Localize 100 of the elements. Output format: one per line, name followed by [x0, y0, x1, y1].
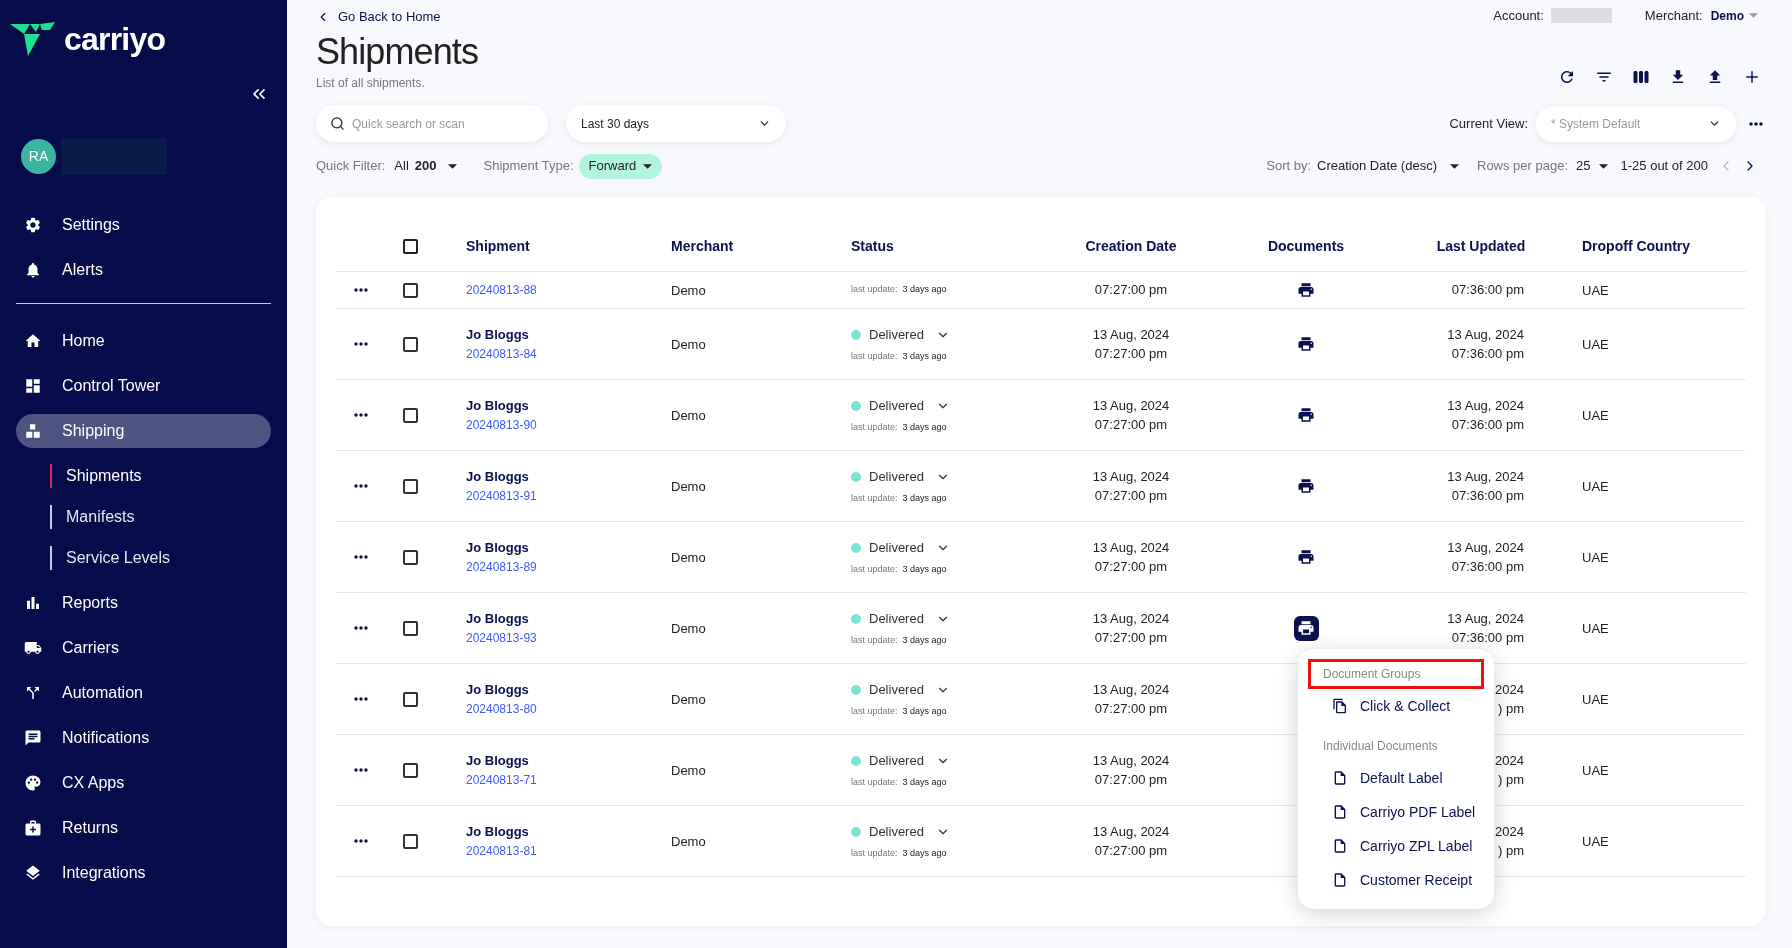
row-checkbox[interactable] — [403, 407, 418, 423]
status-dropdown[interactable]: Delivered — [851, 822, 1051, 842]
last-update-label: last update: — [851, 283, 898, 297]
status-dropdown[interactable]: Delivered — [851, 609, 1051, 629]
sidebar-subitem[interactable]: Shipments — [52, 464, 142, 488]
country-cell: UAE — [1582, 692, 1609, 707]
column-header[interactable]: Dropoff Country — [1582, 237, 1691, 254]
shipment-link[interactable]: 20240813-88 — [466, 281, 671, 299]
column-header[interactable]: Merchant — [671, 237, 734, 254]
menu-item[interactable]: Click & Collect — [1308, 689, 1484, 723]
file-icon — [1332, 804, 1348, 820]
updated-date: 13 Aug, 2024 — [1447, 538, 1524, 557]
shipment-link[interactable]: 20240813-71 — [466, 770, 671, 789]
shipment-link[interactable]: 20240813-90 — [466, 415, 671, 434]
page-title: Shipments — [316, 29, 478, 74]
creation-time: 07:27:00 pm — [1094, 416, 1168, 434]
shipment-type-label: Shipment Type: — [483, 157, 574, 176]
last-update-value: 3 days ago — [902, 349, 947, 363]
sort-dropdown[interactable]: Creation Date (desc) — [1317, 156, 1464, 176]
sidebar-item[interactable]: Alerts — [16, 253, 271, 287]
country-cell: UAE — [1582, 408, 1609, 423]
print-button[interactable] — [1293, 615, 1319, 641]
row-checkbox[interactable] — [403, 282, 418, 298]
column-header[interactable]: Creation Date — [1085, 235, 1177, 257]
row-checkbox[interactable] — [403, 336, 418, 352]
column-header[interactable]: Shipment — [466, 237, 530, 254]
updated-date: 13 Aug, 2024 — [1447, 467, 1524, 486]
last-update-label: last update: — [851, 846, 898, 860]
status-dropdown[interactable]: Delivered — [851, 680, 1051, 700]
row-checkbox[interactable] — [403, 549, 418, 565]
sidebar-item[interactable]: Automation — [16, 676, 271, 710]
customer-name: Jo Bloggs — [466, 539, 530, 558]
shipment-link[interactable]: 20240813-84 — [466, 344, 671, 363]
logo-icon — [10, 20, 56, 58]
shipment-link[interactable]: 20240813-81 — [466, 841, 671, 860]
menu-item[interactable]: Carriyo PDF Label — [1308, 795, 1484, 829]
file-icon — [1332, 838, 1348, 854]
creation-date: 13 Aug, 2024 — [1092, 325, 1170, 344]
printer-icon — [1297, 281, 1315, 299]
printer-icon — [1297, 406, 1315, 424]
sidebar-item[interactable]: CX Apps — [16, 766, 271, 800]
status-dropdown[interactable]: Delivered — [851, 467, 1051, 487]
sidebar-item[interactable]: Integrations — [16, 856, 271, 890]
shipment-link[interactable]: 20240813-93 — [466, 628, 671, 647]
menu-item[interactable]: Customer Receipt — [1308, 863, 1484, 897]
column-header[interactable]: Status — [851, 237, 894, 254]
sidebar-subitem[interactable]: Manifests — [52, 505, 135, 529]
creation-time: 07:27:00 pm — [1094, 281, 1168, 300]
creation-time: 07:27:00 pm — [1094, 700, 1168, 718]
row-checkbox[interactable] — [403, 691, 418, 707]
column-header[interactable]: Last Updated — [1436, 235, 1526, 257]
shipment-type-chip[interactable]: Forward — [578, 153, 663, 179]
last-update-label: last update: — [851, 562, 898, 576]
caret-icon — [1598, 163, 1608, 169]
sidebar-subitem[interactable]: Service Levels — [52, 546, 171, 570]
sidebar-item[interactable]: Shipping — [16, 414, 271, 448]
menu-item[interactable]: Carriyo ZPL Label — [1308, 829, 1484, 863]
menu-item[interactable]: Default Label — [1308, 761, 1484, 795]
back-link[interactable]: Go Back to Home — [316, 7, 478, 27]
select-all-checkbox[interactable] — [403, 238, 418, 254]
updated-date: 13 Aug, 2024 — [1447, 396, 1524, 415]
column-header[interactable]: Documents — [1267, 235, 1345, 257]
last-update-label: last update: — [851, 704, 898, 718]
row-checkbox[interactable] — [403, 833, 418, 849]
sidebar-item[interactable]: Control Tower — [16, 369, 271, 403]
status-dropdown[interactable]: Delivered — [851, 538, 1051, 558]
updated-time: ) pm — [1498, 771, 1524, 789]
quick-filter-dropdown[interactable]: All 200 — [394, 156, 462, 176]
row-checkbox[interactable] — [403, 478, 418, 494]
file-icon — [1332, 770, 1348, 786]
creation-date: 13 Aug, 2024 — [1092, 751, 1170, 770]
row-checkbox[interactable] — [403, 762, 418, 778]
rows-per-page-dropdown[interactable]: 25 — [1576, 156, 1613, 176]
shipment-link[interactable]: 20240813-80 — [466, 699, 671, 718]
sidebar-item[interactable]: Settings — [16, 208, 271, 242]
creation-date: 13 Aug, 2024 — [1092, 822, 1170, 841]
last-update-value: 3 days ago — [902, 283, 947, 297]
sidebar-item[interactable]: Notifications — [16, 721, 271, 755]
sidebar-item[interactable]: Reports — [16, 586, 271, 620]
shipment-link[interactable]: 20240813-89 — [466, 557, 671, 576]
merchant-cell: Demo — [671, 479, 706, 494]
sidebar-item[interactable]: Home — [16, 324, 271, 358]
merchant-cell: Demo — [671, 283, 706, 298]
printer-icon — [1297, 477, 1315, 495]
status-dropdown[interactable]: Delivered — [851, 396, 1051, 416]
shipment-link[interactable]: 20240813-91 — [466, 486, 671, 505]
merchant-dropdown[interactable]: Demo — [1710, 6, 1766, 25]
date-range-dropdown[interactable]: Last 30 days — [566, 105, 786, 142]
last-update-value: 3 days ago — [902, 562, 947, 576]
merchant-cell: Demo — [671, 692, 706, 707]
search-field[interactable]: Quick search or scan — [316, 105, 548, 142]
last-update-value: 3 days ago — [902, 633, 947, 647]
current-view-label: Current View: — [1449, 114, 1528, 133]
copy-icon — [1332, 698, 1348, 714]
country-cell: UAE — [1582, 834, 1609, 849]
row-checkbox[interactable] — [403, 620, 418, 636]
status-dropdown[interactable]: Delivered — [851, 325, 1051, 345]
status-dropdown[interactable]: Delivered — [851, 751, 1051, 771]
sidebar-item[interactable]: Returns — [16, 811, 271, 845]
sidebar-item[interactable]: Carriers — [16, 631, 271, 665]
